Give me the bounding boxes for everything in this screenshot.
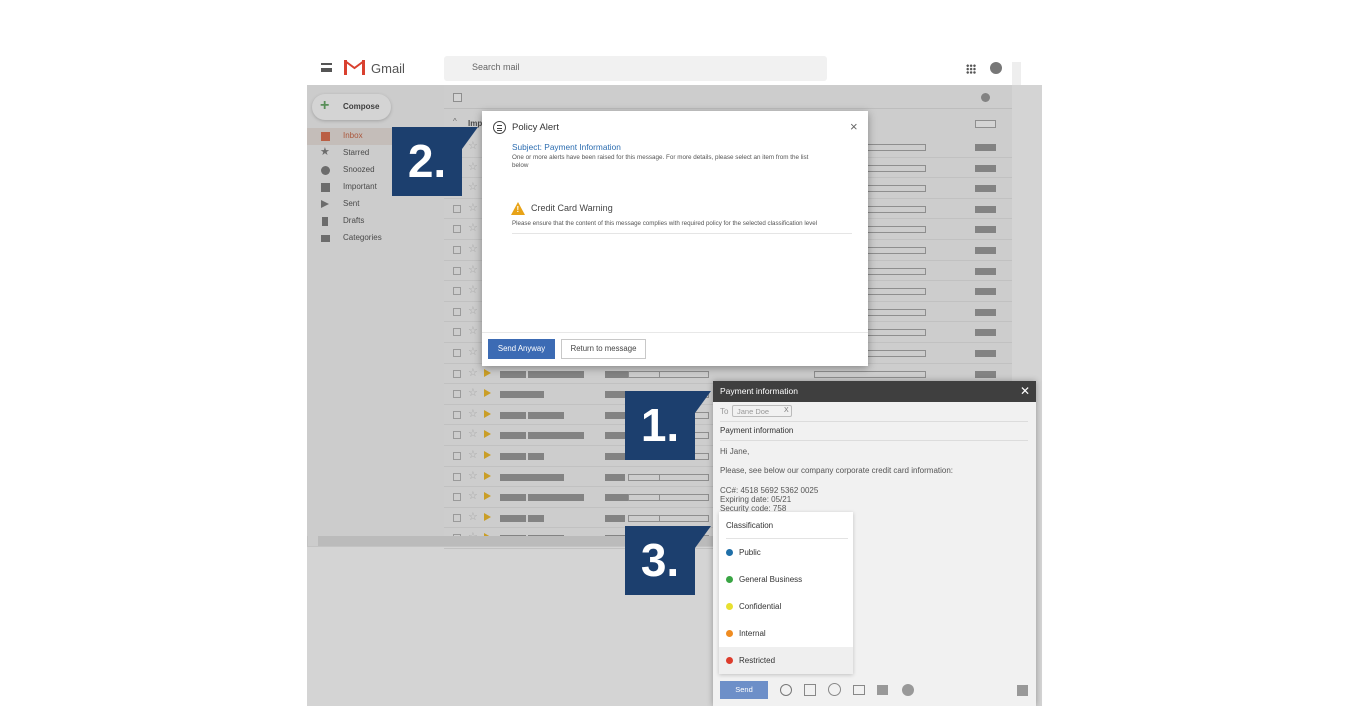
step-3-callout: 3. bbox=[625, 526, 695, 595]
classification-header: Classification bbox=[726, 521, 774, 530]
menu-icon[interactable] bbox=[321, 63, 332, 72]
body-cc-number[interactable]: CC#: 4518 5692 5362 0025 bbox=[720, 486, 818, 495]
scrollbar[interactable] bbox=[1012, 62, 1021, 85]
recipient-name: Jane Doe bbox=[737, 407, 770, 416]
confidential-dot-icon bbox=[726, 603, 733, 610]
classification-menu: Classification Public General Business C… bbox=[719, 512, 853, 674]
body-greeting[interactable]: Hi Jane, bbox=[720, 447, 749, 456]
policy-alert-dialog: Policy Alert × Subject: Payment Informat… bbox=[482, 111, 868, 366]
divider bbox=[512, 233, 852, 234]
search-placeholder: Search mail bbox=[472, 62, 520, 72]
policy-icon bbox=[493, 121, 506, 134]
option-label: General Business bbox=[739, 575, 803, 584]
step-2-callout: 2. bbox=[392, 127, 462, 196]
option-label: Restricted bbox=[739, 656, 776, 665]
classification-option-general-business[interactable]: General Business bbox=[719, 566, 853, 593]
divider bbox=[482, 332, 868, 333]
compose-window: Payment information ✕ To Jane Doe X Paym… bbox=[713, 381, 1036, 706]
photo-icon[interactable] bbox=[853, 685, 865, 695]
close-icon[interactable]: ✕ bbox=[1020, 384, 1030, 398]
option-label: Internal bbox=[739, 629, 766, 638]
option-label: Public bbox=[739, 548, 761, 557]
remove-recipient-icon[interactable]: X bbox=[784, 407, 789, 414]
close-icon[interactable]: × bbox=[850, 119, 858, 134]
general-business-dot-icon bbox=[726, 576, 733, 583]
gmail-wordmark: Gmail bbox=[371, 61, 405, 76]
compose-header: Payment information ✕ bbox=[713, 381, 1036, 402]
divider bbox=[720, 421, 1028, 422]
classification-option-internal[interactable]: Internal bbox=[719, 620, 853, 647]
step-1-callout-tail bbox=[695, 391, 711, 413]
return-to-message-button[interactable]: Return to message bbox=[561, 339, 646, 359]
dialog-description: One or more alerts have been raised for … bbox=[512, 154, 809, 169]
body-intro[interactable]: Please, see below our company corporate … bbox=[720, 466, 953, 475]
classification-option-restricted[interactable]: Restricted bbox=[719, 647, 853, 674]
internal-dot-icon bbox=[726, 630, 733, 637]
delete-icon[interactable] bbox=[1017, 685, 1028, 696]
classification-option-public[interactable]: Public bbox=[719, 539, 853, 566]
option-label: Confidential bbox=[739, 602, 782, 611]
dialog-title: Policy Alert bbox=[512, 122, 559, 133]
send-button[interactable]: Send bbox=[720, 681, 768, 699]
avatar[interactable] bbox=[990, 62, 1002, 74]
public-dot-icon bbox=[726, 549, 733, 556]
link-icon[interactable] bbox=[902, 684, 914, 696]
emoji-icon[interactable] bbox=[828, 683, 841, 696]
dialog-subject: Subject: Payment Information bbox=[512, 142, 621, 152]
step-1-callout: 1. bbox=[625, 391, 695, 460]
restricted-dot-icon bbox=[726, 657, 733, 664]
classification-option-confidential[interactable]: Confidential bbox=[719, 593, 853, 620]
gmail-logo-icon bbox=[344, 60, 365, 75]
to-label: To bbox=[720, 407, 729, 416]
send-anyway-button[interactable]: Send Anyway bbox=[488, 339, 555, 359]
step-3-callout-tail bbox=[695, 526, 711, 548]
warning-text: Please ensure that the content of this m… bbox=[512, 220, 818, 227]
policy-icon[interactable] bbox=[780, 684, 792, 696]
recipient-chip[interactable]: Jane Doe X bbox=[732, 405, 792, 417]
apps-grid-icon[interactable] bbox=[966, 64, 976, 74]
warning-icon bbox=[511, 202, 525, 215]
compose-title: Payment information bbox=[720, 386, 798, 396]
divider bbox=[720, 440, 1028, 441]
format-icon[interactable] bbox=[804, 684, 816, 696]
warning-title[interactable]: Credit Card Warning bbox=[531, 203, 613, 213]
step-2-callout-tail bbox=[462, 127, 478, 149]
body-expiry[interactable]: Expiring date: 05/21 bbox=[720, 495, 791, 504]
attach-icon[interactable] bbox=[877, 685, 888, 695]
subject-field[interactable]: Payment information bbox=[720, 426, 793, 435]
